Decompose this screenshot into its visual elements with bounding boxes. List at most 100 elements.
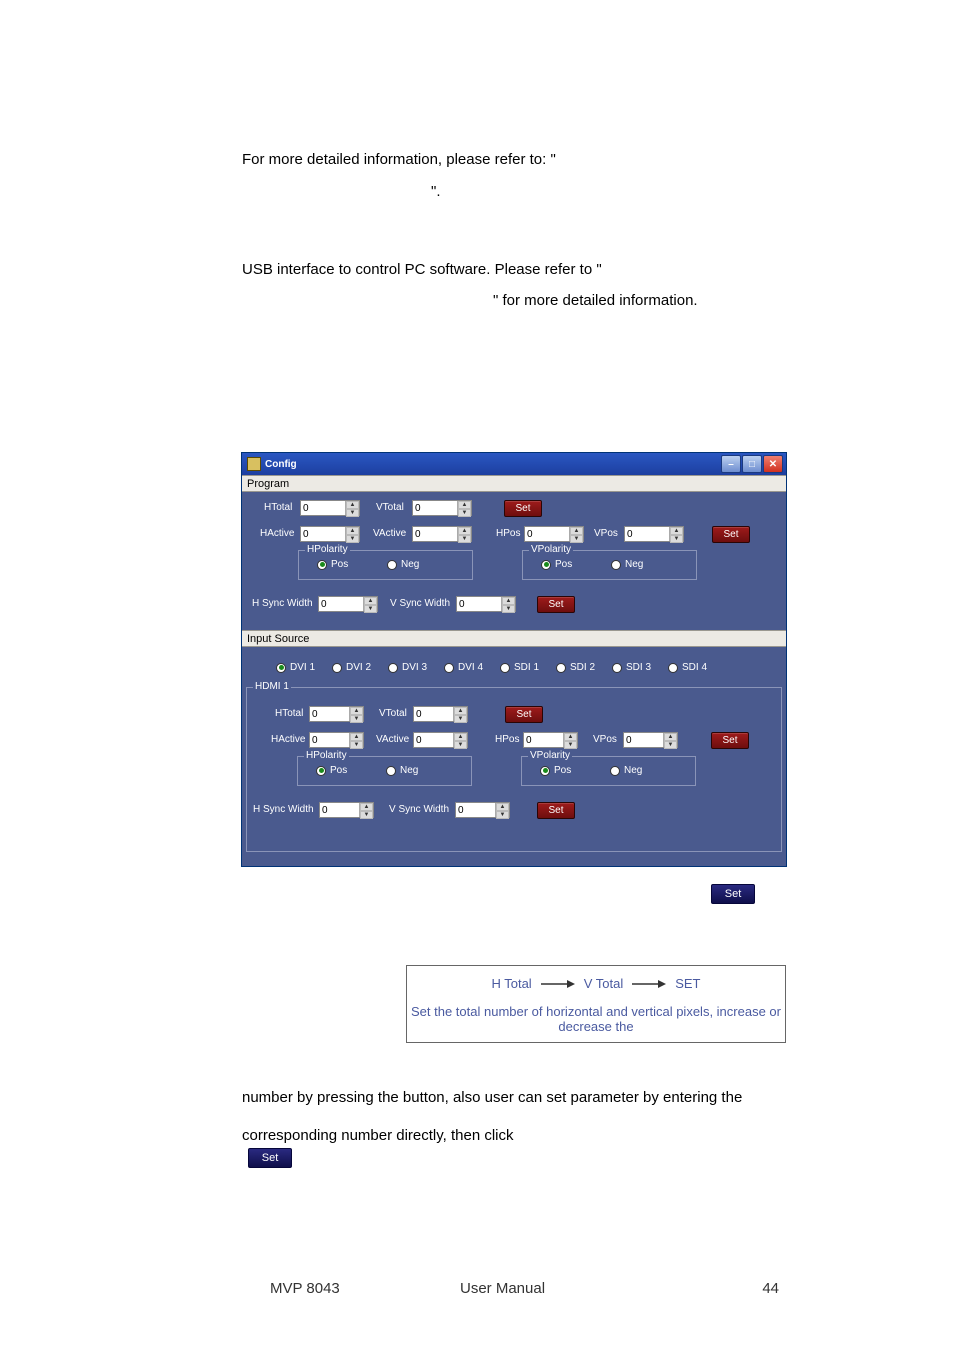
- hactive-field[interactable]: ▲▼: [300, 526, 360, 542]
- vpos-input[interactable]: [625, 527, 669, 541]
- hdmi-label-htotal: HTotal: [275, 708, 303, 719]
- legend-vpolarity: VPolarity: [529, 544, 573, 555]
- hdmi-vactive-field[interactable]: ▲▼: [413, 732, 468, 748]
- set-total-button[interactable]: Set: [504, 500, 542, 517]
- para-after-3a: corresponding number directly, then clic…: [242, 1125, 514, 1148]
- hdmi-set-active-button[interactable]: Set: [711, 732, 749, 749]
- vpos-field[interactable]: ▲▼: [624, 526, 684, 542]
- hdmi-htotal-field[interactable]: ▲▼: [309, 706, 364, 722]
- hpos-input[interactable]: [525, 527, 569, 541]
- instr-set: SET: [675, 976, 700, 991]
- section-program: Program: [242, 475, 786, 492]
- hdmi-hsyncw-field[interactable]: ▲▼: [319, 802, 374, 818]
- arrow-icon: [541, 979, 575, 989]
- vsyncw-input[interactable]: [457, 597, 501, 611]
- source-sdi1[interactable]: SDI 1: [500, 662, 539, 673]
- label-hsyncw: H Sync Width: [252, 598, 313, 609]
- set-sync-button[interactable]: Set: [537, 596, 575, 613]
- hdmi-label-hsyncw: H Sync Width: [253, 804, 314, 815]
- label-hactive: HActive: [260, 528, 294, 539]
- hdmi-vtotal-field[interactable]: ▲▼: [413, 706, 468, 722]
- hdmi-hpol-pos[interactable]: Pos: [316, 765, 347, 776]
- vpolarity-neg[interactable]: Neg: [611, 559, 643, 570]
- hactive-input[interactable]: [301, 527, 345, 541]
- app-icon: [247, 457, 261, 471]
- para-2b: " for more detailed information.: [493, 290, 698, 313]
- vtotal-up[interactable]: ▲: [458, 501, 471, 509]
- hpos-field[interactable]: ▲▼: [524, 526, 584, 542]
- arrow-icon: [632, 979, 666, 989]
- vtotal-field[interactable]: ▲▼: [412, 500, 472, 516]
- hsyncw-input[interactable]: [319, 597, 363, 611]
- maximize-button[interactable]: □: [742, 455, 762, 473]
- hpolarity-neg[interactable]: Neg: [387, 559, 419, 570]
- section-input-source: Input Source: [242, 630, 786, 647]
- para-1a: For more detailed information, please re…: [242, 149, 556, 172]
- htotal-input[interactable]: [301, 501, 345, 515]
- source-sdi4[interactable]: SDI 4: [668, 662, 707, 673]
- hdmi-set-sync-button[interactable]: Set: [537, 802, 575, 819]
- hdmi-hpolarity-group: HPolarity Pos Neg: [297, 756, 472, 786]
- hdmi-label-vsyncw: V Sync Width: [389, 804, 449, 815]
- hsyncw-field[interactable]: ▲▼: [318, 596, 378, 612]
- label-vpos: VPos: [594, 528, 618, 539]
- legend-hdmi1: HDMI 1: [253, 681, 291, 692]
- page-set-button-1[interactable]: Set: [711, 884, 755, 904]
- hdmi-hpol-neg[interactable]: Neg: [386, 765, 418, 776]
- minimize-button[interactable]: –: [721, 455, 741, 473]
- label-hpos: HPos: [496, 528, 520, 539]
- vtotal-input[interactable]: [413, 501, 457, 515]
- vtotal-down[interactable]: ▼: [458, 509, 471, 517]
- source-sdi3[interactable]: SDI 3: [612, 662, 651, 673]
- hdmi-vpol-pos[interactable]: Pos: [540, 765, 571, 776]
- page-set-button-2[interactable]: Set: [248, 1148, 292, 1168]
- vactive-field[interactable]: ▲▼: [412, 526, 472, 542]
- source-dvi4[interactable]: DVI 4: [444, 662, 483, 673]
- label-vsyncw: V Sync Width: [390, 598, 450, 609]
- hdmi-label-hpos: HPos: [495, 734, 519, 745]
- source-sdi2[interactable]: SDI 2: [556, 662, 595, 673]
- hdmi-label-hactive: HActive: [271, 734, 305, 745]
- vactive-input[interactable]: [413, 527, 457, 541]
- hpolarity-pos[interactable]: Pos: [317, 559, 348, 570]
- para-2a: USB interface to control PC software. Pl…: [242, 259, 602, 282]
- vsyncw-field[interactable]: ▲▼: [456, 596, 516, 612]
- hdmi1-frame: HDMI 1 HTotal ▲▼ VTotal ▲▼ Set HActive ▲: [246, 687, 782, 852]
- source-dvi3[interactable]: DVI 3: [388, 662, 427, 673]
- source-dvi2[interactable]: DVI 2: [332, 662, 371, 673]
- legend-hpolarity: HPolarity: [305, 544, 350, 555]
- hdmi-vpolarity-group: VPolarity Pos Neg: [521, 756, 696, 786]
- instruction-box: H Total V Total SET Set the total number…: [406, 965, 786, 1043]
- hdmi-vpol-neg[interactable]: Neg: [610, 765, 642, 776]
- close-button[interactable]: ✕: [763, 455, 783, 473]
- hpolarity-group: HPolarity Pos Neg: [298, 550, 473, 580]
- para-after-2: number by pressing the button, also user…: [242, 1087, 787, 1110]
- label-htotal: HTotal: [264, 502, 292, 513]
- hdmi-label-vtotal: VTotal: [379, 708, 407, 719]
- vpolarity-group: VPolarity Pos Neg: [522, 550, 697, 580]
- label-vtotal: VTotal: [376, 502, 404, 513]
- hdmi-hactive-field[interactable]: ▲▼: [309, 732, 364, 748]
- footer-model: MVP 8043: [270, 1280, 340, 1297]
- window-title: Config: [265, 459, 297, 470]
- hdmi-label-vpos: VPos: [593, 734, 617, 745]
- source-dvi1[interactable]: DVI 1: [276, 662, 315, 673]
- instr-vtotal: V Total: [584, 976, 624, 991]
- hdmi-hpos-field[interactable]: ▲▼: [523, 732, 578, 748]
- footer-title: User Manual: [460, 1280, 545, 1297]
- hdmi-label-vactive: VActive: [376, 734, 409, 745]
- instr-line2: Set the total number of horizontal and v…: [407, 1004, 785, 1034]
- htotal-field[interactable]: ▲▼: [300, 500, 360, 516]
- hdmi-set-total-button[interactable]: Set: [505, 706, 543, 723]
- set-active-button[interactable]: Set: [712, 526, 750, 543]
- label-vactive: VActive: [373, 528, 406, 539]
- footer-page: 44: [762, 1280, 779, 1297]
- htotal-down[interactable]: ▼: [346, 509, 359, 517]
- instr-htotal: H Total: [491, 976, 531, 991]
- hdmi-vsyncw-field[interactable]: ▲▼: [455, 802, 510, 818]
- hdmi-vpos-field[interactable]: ▲▼: [623, 732, 678, 748]
- titlebar: Config – □ ✕: [242, 453, 786, 475]
- config-window: Config – □ ✕ Program HTotal ▲▼ VTotal ▲▼…: [241, 452, 787, 867]
- vpolarity-pos[interactable]: Pos: [541, 559, 572, 570]
- htotal-up[interactable]: ▲: [346, 501, 359, 509]
